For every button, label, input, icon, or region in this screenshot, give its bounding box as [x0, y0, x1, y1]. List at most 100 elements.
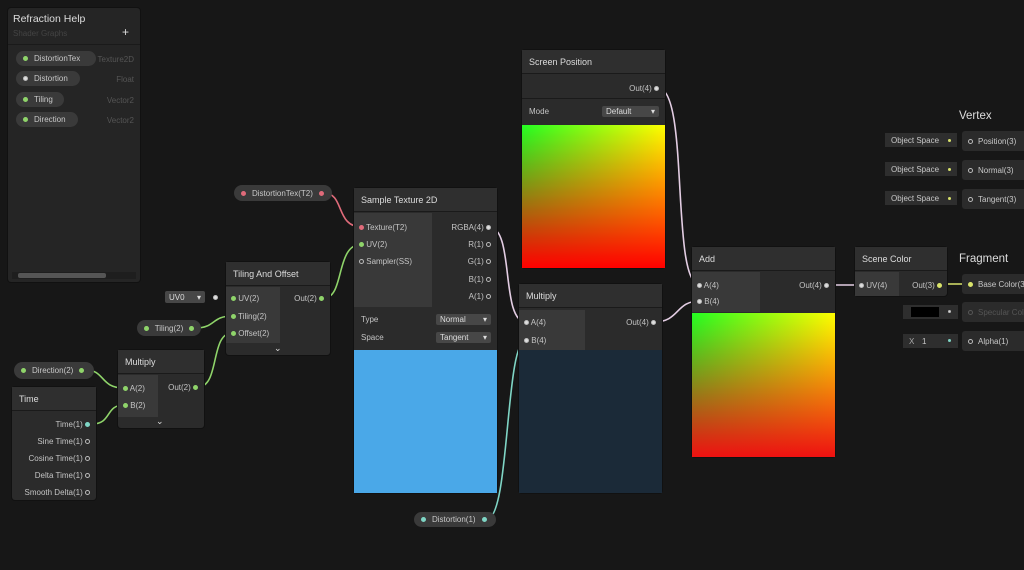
property-distortiontex[interactable]: DistortionTex	[16, 51, 96, 66]
port-a: A(4)	[697, 281, 719, 290]
base-color-slot[interactable]: Base Color(3)	[962, 274, 1024, 294]
port-out: Out(4)	[629, 84, 659, 93]
vertex-title: Vertex	[959, 110, 992, 122]
mode-label: Mode	[529, 107, 550, 116]
port-tiling: Tiling(2)	[231, 312, 267, 321]
port-cosine-time: Cosine Time(1)	[29, 454, 90, 463]
alpha-value-input[interactable]: 1	[922, 337, 926, 346]
time-node[interactable]: Time Time(1) Sine Time(1) Cosine Time(1)…	[12, 387, 96, 500]
blackboard: Refraction Help Shader Graphs + Distorti…	[8, 8, 140, 282]
sample-texture-2d-node[interactable]: Sample Texture 2D Texture(T2) UV(2) Samp…	[354, 188, 497, 493]
chevron-down-icon[interactable]: ⌄	[156, 416, 164, 427]
blackboard-title: Refraction Help	[13, 13, 86, 25]
port-smooth-delta: Smooth Delta(1)	[25, 488, 90, 497]
chevron-down-icon: ▾	[650, 107, 655, 116]
port-g: G(1)	[468, 257, 491, 266]
label: Tangent	[440, 333, 469, 342]
uv-channel-dropdown[interactable]: UV0 ▾	[165, 291, 205, 303]
port-uv: UV(4)	[859, 281, 887, 290]
label: DistortionTex(T2)	[252, 188, 313, 198]
tangent-space-field[interactable]: Object Space	[885, 191, 957, 205]
port-sine-time: Sine Time(1)	[37, 437, 90, 446]
property-type: Float	[116, 75, 134, 84]
chevron-down-icon: ▾	[196, 292, 201, 302]
port-a: A(4)	[524, 318, 546, 327]
port-a: A(1)	[469, 292, 491, 301]
color-swatch[interactable]	[911, 307, 939, 317]
label: Default	[606, 107, 632, 116]
property-name: Direction	[34, 115, 66, 124]
node-title: Add	[692, 247, 835, 271]
property-type: Vector2	[106, 116, 134, 125]
normal-slot[interactable]: Normal(3)	[962, 160, 1024, 180]
axis-label: X	[909, 337, 915, 346]
port-rgba: RGBA(4)	[451, 223, 491, 232]
port-a: A(2)	[123, 384, 145, 393]
port-uv: UV(2)	[231, 294, 259, 303]
multiply-node-2[interactable]: Multiply A(4) B(4) Out(4)	[519, 284, 662, 493]
distortiontex-property-node[interactable]: DistortionTex(T2)	[234, 185, 332, 201]
label: Normal	[440, 315, 466, 324]
preview	[519, 350, 662, 493]
property-name: Tiling	[34, 95, 53, 104]
preview	[522, 125, 665, 268]
position-slot[interactable]: Position(3)	[962, 131, 1024, 151]
port-out: Out(2)	[168, 383, 198, 392]
space-dropdown[interactable]: Tangent ▾	[436, 332, 491, 343]
space-label: Space	[361, 333, 384, 342]
port-texture: Texture(T2)	[359, 223, 407, 232]
blackboard-subtitle: Shader Graphs	[13, 29, 68, 38]
chevron-down-icon: ▾	[482, 315, 487, 324]
port-out: Out(3)	[912, 281, 942, 290]
specular-color-slot[interactable]: Specular Color	[962, 302, 1024, 322]
add-node[interactable]: Add A(4) B(4) Out(4)	[692, 247, 835, 457]
node-title: Screen Position	[522, 50, 665, 74]
port-out: Out(4)	[626, 318, 656, 327]
node-title: Scene Color	[855, 247, 947, 271]
node-title: Multiply	[519, 284, 662, 308]
property-direction[interactable]: Direction	[16, 112, 78, 127]
node-title: Sample Texture 2D	[354, 188, 497, 212]
label: Direction(2)	[32, 366, 74, 375]
property-type: Vector2	[106, 96, 134, 105]
chevron-down-icon[interactable]: ⌄	[274, 343, 282, 354]
node-title: Time	[12, 387, 96, 411]
alpha-slot[interactable]: Alpha(1)	[962, 331, 1024, 351]
property-distortion[interactable]: Distortion	[16, 71, 80, 86]
node-title: Tiling And Offset	[226, 262, 330, 286]
chevron-down-icon: ▾	[482, 333, 487, 342]
label: UV0	[169, 292, 185, 302]
label: Tiling(2)	[154, 323, 184, 333]
port-b: B(1)	[469, 275, 491, 284]
type-label: Type	[361, 315, 379, 324]
scene-color-node[interactable]: Scene Color UV(4) Out(3)	[855, 247, 947, 296]
position-space-field[interactable]: Object Space	[885, 133, 957, 147]
port-r: R(1)	[468, 240, 491, 249]
port-out: Out(4)	[799, 281, 829, 290]
specular-color-field[interactable]	[903, 305, 958, 319]
port-sampler: Sampler(SS)	[359, 257, 412, 266]
preview	[354, 350, 497, 493]
tiling-and-offset-node[interactable]: Tiling And Offset UV(2) Tiling(2) Offset…	[226, 262, 330, 355]
horizontal-scrollbar[interactable]	[12, 272, 136, 279]
mode-dropdown[interactable]: Default ▾	[602, 106, 659, 117]
tangent-slot[interactable]: Tangent(3)	[962, 189, 1024, 209]
direction-property-node[interactable]: Direction(2)	[14, 362, 94, 379]
label: Distortion(1)	[432, 515, 476, 524]
port-delta-time: Delta Time(1)	[35, 471, 90, 480]
screen-position-node[interactable]: Screen Position Out(4) Mode Default ▾	[522, 50, 665, 268]
port-out: Out(2)	[294, 294, 324, 303]
property-name: DistortionTex	[34, 54, 81, 63]
fragment-title: Fragment	[959, 253, 1009, 265]
preview	[692, 313, 835, 457]
plus-icon[interactable]: +	[122, 25, 129, 39]
distortion-property-node[interactable]: Distortion(1)	[414, 512, 496, 527]
port-b: B(4)	[524, 336, 546, 345]
multiply-node-1[interactable]: Multiply A(2) B(2) Out(2) ⌄	[118, 350, 204, 428]
tiling-property-node[interactable]: Tiling(2)	[137, 320, 201, 336]
property-tiling[interactable]: Tiling	[16, 92, 64, 107]
node-title: Multiply	[118, 350, 204, 374]
type-dropdown[interactable]: Normal ▾	[436, 314, 491, 325]
normal-space-field[interactable]: Object Space	[885, 162, 957, 176]
alpha-field[interactable]: X1	[903, 334, 958, 348]
